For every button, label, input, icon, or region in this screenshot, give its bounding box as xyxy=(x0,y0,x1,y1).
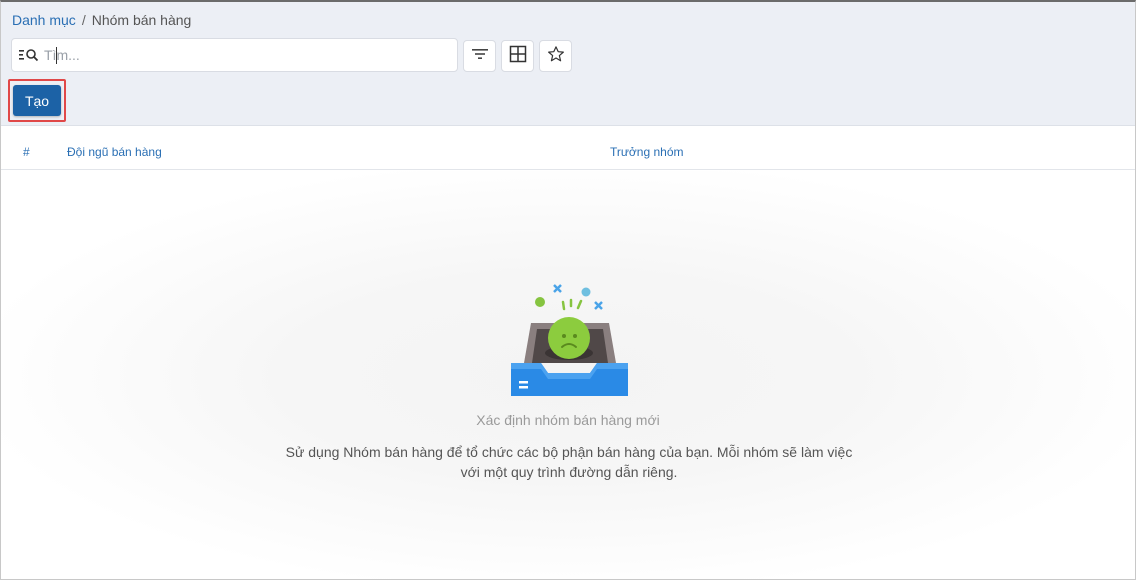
filter-icon xyxy=(471,47,489,66)
filter-button[interactable] xyxy=(463,40,496,72)
search-icon xyxy=(18,44,40,66)
favorites-button[interactable] xyxy=(539,40,572,72)
column-header-team-leader[interactable]: Trưởng nhóm xyxy=(610,145,683,159)
breadcrumb-separator: / xyxy=(81,12,86,28)
empty-inbox-sad-face-icon xyxy=(506,281,636,406)
empty-state-description: Sử dụng Nhóm bán hàng để tổ chức các bộ … xyxy=(285,444,853,480)
create-button[interactable]: Tạo xyxy=(13,85,61,116)
breadcrumb: Danh mục / Nhóm bán hàng xyxy=(12,12,191,28)
create-button-highlight: Tạo xyxy=(8,79,66,122)
empty-state: Xác định nhóm bán hàng mới Sử dụng Nhóm … xyxy=(1,171,1135,579)
control-panel: Danh mục / Nhóm bán hàng Tìm... Tạo xyxy=(1,2,1135,126)
layout-toggle-button[interactable] xyxy=(501,40,534,72)
column-header-sales-team[interactable]: Đội ngũ bán hàng xyxy=(67,145,162,159)
breadcrumb-current: Nhóm bán hàng xyxy=(91,12,192,28)
star-icon xyxy=(547,45,565,68)
text-caret xyxy=(56,47,57,64)
search-box[interactable] xyxy=(11,38,458,72)
empty-state-title: Xác định nhóm bán hàng mới xyxy=(476,412,660,428)
grid-layout-icon xyxy=(509,45,527,68)
app-frame: Danh mục / Nhóm bán hàng Tìm... Tạo # Độ… xyxy=(0,0,1136,580)
column-header-index[interactable]: # xyxy=(23,145,30,159)
search-input[interactable] xyxy=(40,40,457,70)
breadcrumb-parent-link[interactable]: Danh mục xyxy=(12,12,76,28)
list-header: # Đội ngũ bán hàng Trưởng nhóm xyxy=(1,126,1135,170)
